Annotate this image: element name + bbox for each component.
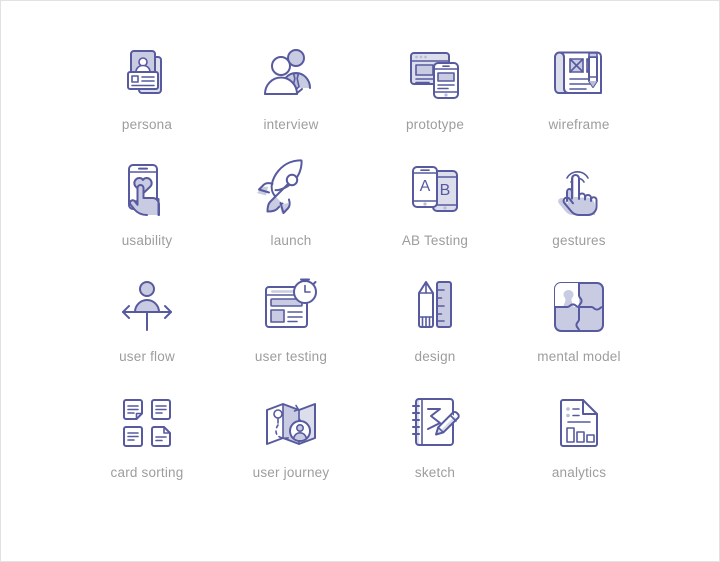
- icon-label: AB Testing: [401, 233, 469, 248]
- icon-cell-launch[interactable]: launch: [219, 155, 363, 271]
- card-sorting-icon: [111, 387, 183, 459]
- icon-cell-gestures[interactable]: gestures: [507, 155, 651, 271]
- prototype-icon: [399, 39, 471, 111]
- user-flow-icon: [111, 271, 183, 343]
- persona-icon: [111, 39, 183, 111]
- icon-cell-user-testing[interactable]: user testing: [219, 271, 363, 387]
- icon-label: sketch: [414, 465, 456, 480]
- icon-cell-mental-model[interactable]: mental model: [507, 271, 651, 387]
- mental-model-puzzle-icon: [543, 271, 615, 343]
- icon-cell-interview[interactable]: interview: [219, 39, 363, 155]
- gestures-hand-icon: [543, 155, 615, 227]
- icon-cell-sketch[interactable]: sketch: [363, 387, 507, 503]
- ab-testing-icon: B A: [399, 155, 471, 227]
- ab-letter-a: A: [420, 178, 431, 195]
- icon-cell-analytics[interactable]: analytics: [507, 387, 651, 503]
- icon-label: design: [414, 349, 456, 364]
- icon-cell-usability[interactable]: usability: [75, 155, 219, 271]
- sketch-notebook-icon: [399, 387, 471, 459]
- icon-label: prototype: [405, 117, 465, 132]
- icon-label: launch: [270, 233, 312, 248]
- icon-label: analytics: [551, 465, 607, 480]
- launch-rocket-icon: [255, 155, 327, 227]
- icon-label: interview: [263, 117, 319, 132]
- ab-letter-b: B: [440, 182, 451, 199]
- icon-label: card sorting: [110, 465, 184, 480]
- icon-label: usability: [121, 233, 173, 248]
- icon-cell-prototype[interactable]: prototype: [363, 39, 507, 155]
- user-testing-icon: [255, 271, 327, 343]
- icon-cell-persona[interactable]: persona: [75, 39, 219, 155]
- usability-icon: [111, 155, 183, 227]
- icon-cell-design[interactable]: design: [363, 271, 507, 387]
- icon-cell-user-flow[interactable]: user flow: [75, 271, 219, 387]
- icon-label: gestures: [552, 233, 606, 248]
- icon-set-canvas: persona interview prototype wireframe us…: [0, 0, 720, 562]
- icon-label: user testing: [254, 349, 328, 364]
- icon-label: wireframe: [548, 117, 610, 132]
- icon-grid: persona interview prototype wireframe us…: [75, 39, 651, 503]
- icon-label: user journey: [252, 465, 330, 480]
- icon-cell-user-journey[interactable]: user journey: [219, 387, 363, 503]
- icon-label: user flow: [119, 349, 175, 364]
- user-journey-map-icon: [255, 387, 327, 459]
- icon-cell-ab-testing[interactable]: B A AB Testing: [363, 155, 507, 271]
- icon-cell-card-sorting[interactable]: card sorting: [75, 387, 219, 503]
- wireframe-icon: [543, 39, 615, 111]
- interview-icon: [255, 39, 327, 111]
- icon-label: persona: [121, 117, 173, 132]
- icon-label: mental model: [537, 349, 621, 364]
- analytics-document-icon: [543, 387, 615, 459]
- design-pencil-ruler-icon: [399, 271, 471, 343]
- icon-cell-wireframe[interactable]: wireframe: [507, 39, 651, 155]
